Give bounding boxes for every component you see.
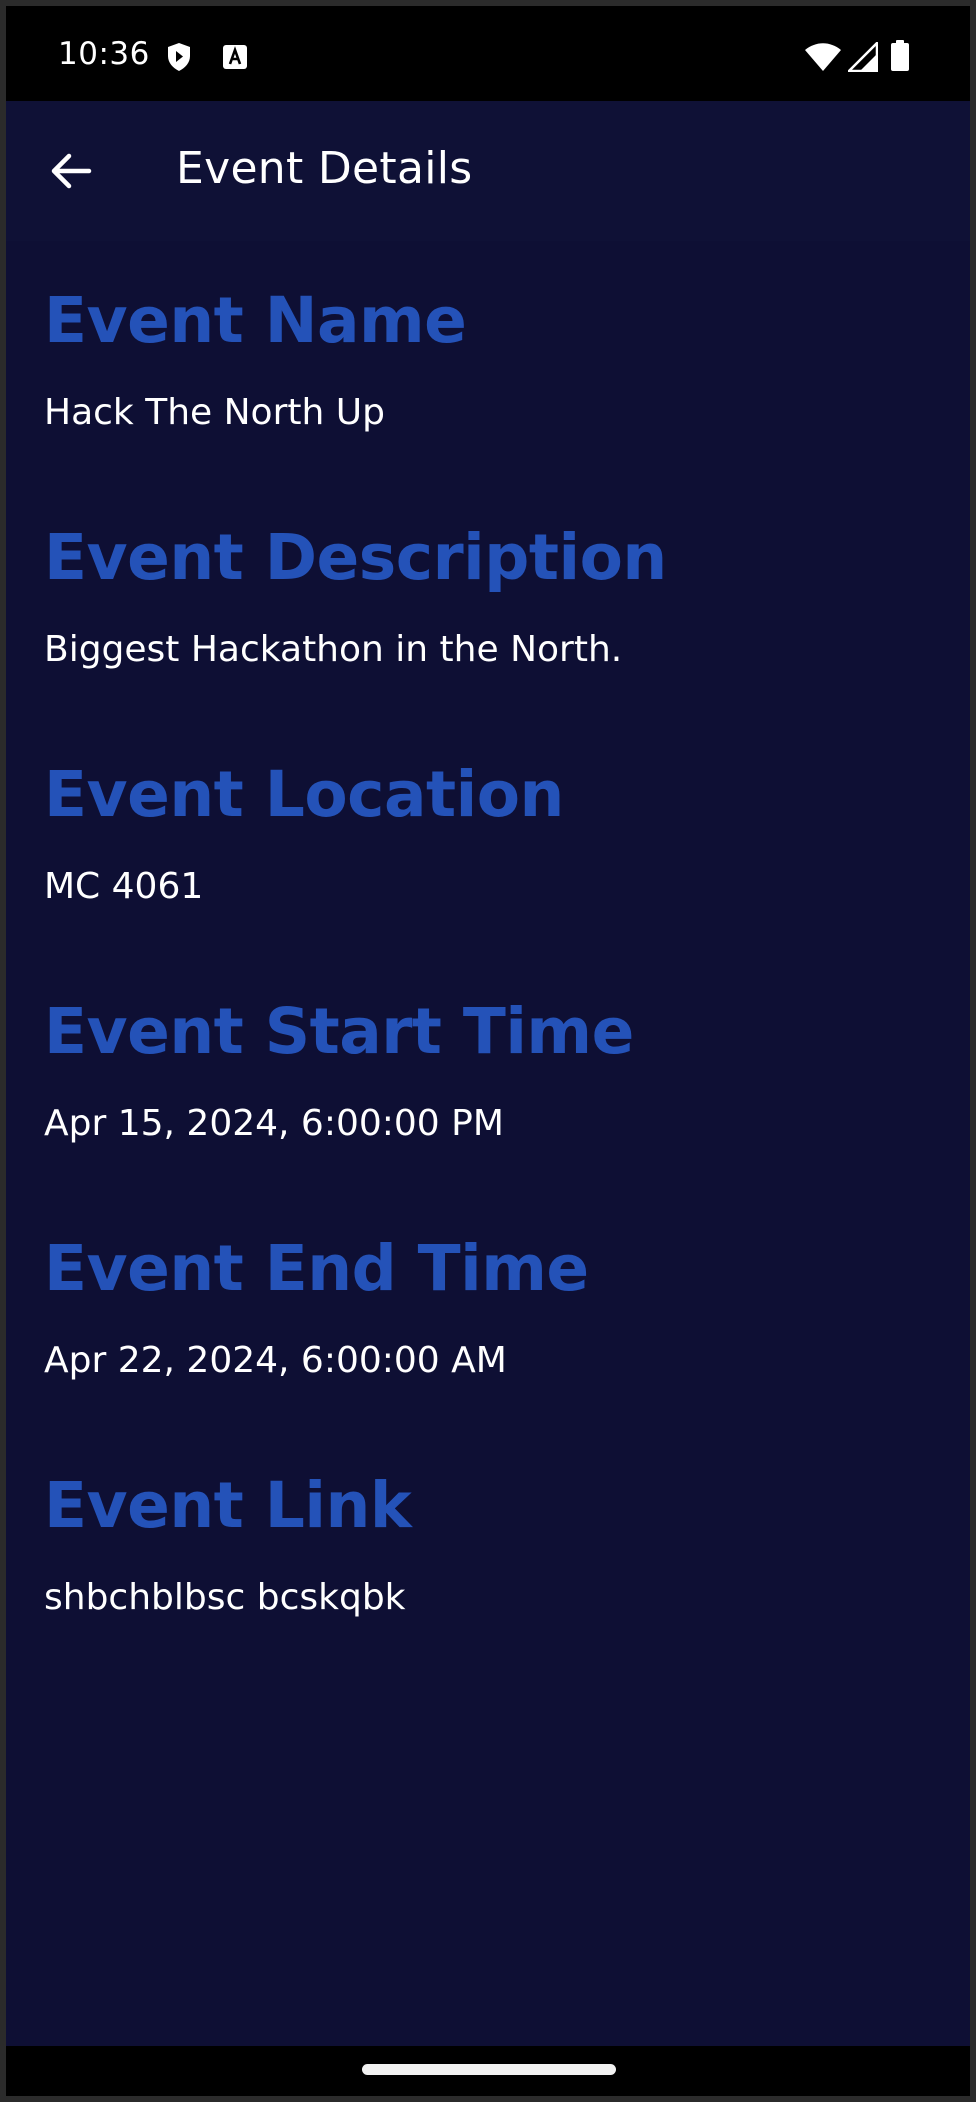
event-end-time-label: Event End Time bbox=[44, 1232, 589, 1305]
event-link-section: Event Link shbchblbsc bcskqbk bbox=[44, 1456, 944, 1693]
arrow-left-icon bbox=[51, 153, 92, 189]
text-a-icon bbox=[223, 45, 247, 69]
device-frame: 10:36 Event Details Event Name Hack The … bbox=[0, 0, 976, 2102]
event-description-label: Event Description bbox=[44, 521, 667, 594]
event-start-time-value: Apr 15, 2024, 6:00:00 PM bbox=[44, 1103, 504, 1144]
cellular-signal-icon bbox=[848, 42, 878, 72]
status-time: 10:36 bbox=[58, 36, 150, 72]
page-title: Event Details bbox=[176, 143, 473, 194]
event-description-section: Event Description Biggest Hackathon in t… bbox=[44, 508, 944, 745]
navigation-bar bbox=[6, 2046, 970, 2096]
home-indicator[interactable] bbox=[362, 2064, 616, 2075]
event-name-value: Hack The North Up bbox=[44, 392, 385, 433]
event-link-label: Event Link bbox=[44, 1469, 412, 1542]
event-details-list: Event Name Hack The North Up Event Descr… bbox=[44, 271, 944, 1693]
wifi-icon bbox=[805, 43, 841, 71]
back-button[interactable] bbox=[36, 136, 106, 206]
event-name-section: Event Name Hack The North Up bbox=[44, 271, 944, 508]
event-location-section: Event Location MC 4061 bbox=[44, 745, 944, 982]
screen: 10:36 Event Details Event Name Hack The … bbox=[6, 6, 970, 2096]
event-location-label: Event Location bbox=[44, 758, 564, 831]
shield-icon bbox=[168, 43, 190, 71]
event-end-time-section: Event End Time Apr 22, 2024, 6:00:00 AM bbox=[44, 1219, 944, 1456]
event-link-value[interactable]: shbchblbsc bcskqbk bbox=[44, 1574, 406, 1622]
event-location-value: MC 4061 bbox=[44, 866, 204, 907]
event-end-time-value: Apr 22, 2024, 6:00:00 AM bbox=[44, 1340, 507, 1381]
event-start-time-section: Event Start Time Apr 15, 2024, 6:00:00 P… bbox=[44, 982, 944, 1219]
app-bar: Event Details bbox=[6, 101, 970, 241]
event-start-time-label: Event Start Time bbox=[44, 995, 634, 1068]
event-name-label: Event Name bbox=[44, 284, 467, 357]
event-description-value: Biggest Hackathon in the North. bbox=[44, 629, 623, 670]
battery-icon bbox=[891, 40, 909, 71]
status-bar: 10:36 bbox=[6, 6, 970, 101]
